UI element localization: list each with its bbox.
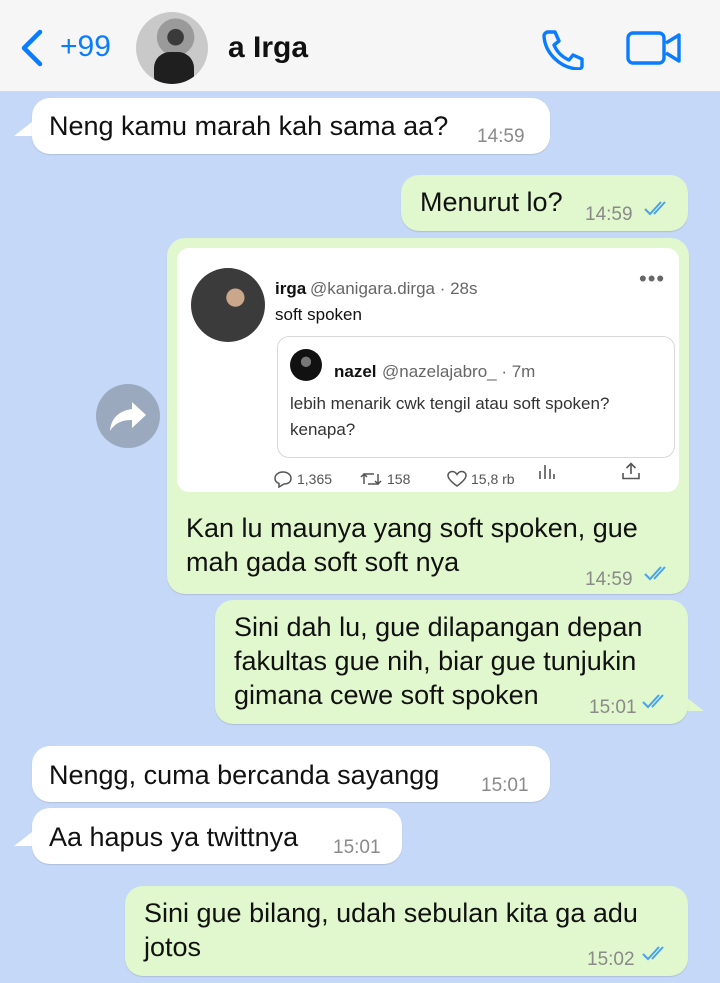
share-icon — [622, 462, 640, 480]
message-time: 15:01 — [589, 697, 637, 718]
reply-count: 1,365 — [297, 471, 333, 487]
message-text-line: jotos — [144, 932, 202, 962]
more-options-icon[interactable]: ••• — [639, 262, 665, 296]
message-bubble-incoming[interactable]: Neng kamu marah kah sama aa? 14:59 — [32, 98, 550, 154]
message-text: Nengg, cuma bercanda sayangg — [49, 760, 440, 790]
message-bubble-outgoing[interactable]: Sini gue bilang, udah sebulan kita ga ad… — [125, 886, 688, 976]
bubble-tail — [14, 122, 32, 136]
forward-button[interactable] — [96, 384, 160, 448]
tweet-author-avatar — [191, 268, 265, 342]
phone-icon[interactable] — [540, 28, 586, 70]
message-time: 14:59 — [585, 569, 633, 590]
message-bubble-incoming[interactable]: Aa hapus ya twittnya 15:01 — [32, 808, 402, 864]
bubble-tail — [686, 697, 704, 711]
chat-header: +99 a Irga — [0, 0, 720, 92]
message-text-line: Sini gue bilang, udah sebulan kita ga ad… — [144, 898, 638, 928]
tweet-actions: 1,365 158 15,8 rb — [273, 458, 653, 488]
quoted-author-avatar — [290, 349, 322, 381]
video-call-icon[interactable] — [626, 30, 682, 66]
share-action[interactable] — [621, 462, 641, 480]
bubble-tail — [14, 832, 32, 846]
message-text: Aa hapus ya twittnya — [49, 822, 299, 852]
contact-name[interactable]: a Irga — [228, 31, 308, 65]
repost-action[interactable]: 158 — [359, 462, 410, 496]
message-time: 15:02 — [587, 949, 635, 970]
message-bubble-outgoing[interactable]: Menurut lo? 14:59 — [401, 175, 688, 231]
quoted-tweet[interactable]: nazel @nazelajabro_ · 7m lebih menarik c… — [277, 336, 675, 458]
repost-icon — [360, 472, 382, 486]
reply-action[interactable]: 1,365 — [273, 462, 332, 496]
message-time: 14:59 — [477, 126, 525, 147]
message-time: 15:01 — [333, 837, 381, 858]
unread-count[interactable]: +99 — [60, 30, 111, 64]
back-chevron-icon[interactable] — [18, 28, 46, 68]
views-chart-icon — [539, 465, 555, 479]
forward-arrow-icon — [110, 402, 146, 431]
message-text-line: fakultas gue nih, biar gue tunjukin — [234, 646, 637, 676]
quoted-handle: @nazelajabro_ · 7m — [382, 362, 536, 381]
message-bubble-outgoing-with-tweet[interactable]: irga @kanigara.dirga · 28s ••• soft spok… — [167, 238, 689, 594]
heart-icon — [447, 470, 467, 487]
quoted-text: lebih menarik cwk tengil atau soft spoke… — [290, 394, 610, 439]
message-text: Neng kamu marah kah sama aa? — [49, 111, 449, 141]
message-text: Menurut lo? — [420, 187, 563, 217]
read-ticks-icon — [644, 201, 666, 216]
read-ticks-icon — [644, 566, 666, 581]
message-text-line: mah gada soft soft nya — [186, 547, 460, 577]
message-text-line: Kan lu maunya yang soft spoken, gue — [186, 513, 638, 543]
read-ticks-icon — [642, 946, 664, 961]
message-time: 15:01 — [481, 775, 529, 796]
read-ticks-icon — [642, 694, 664, 709]
message-text-line: gimana cewe soft spoken — [234, 680, 539, 710]
message-text-line: Sini dah lu, gue dilapangan depan — [234, 612, 643, 642]
like-count: 15,8 rb — [471, 471, 515, 487]
message-bubble-outgoing[interactable]: Sini dah lu, gue dilapangan depan fakult… — [215, 600, 688, 724]
message-bubble-incoming[interactable]: Nengg, cuma bercanda sayangg 15:01 — [32, 746, 550, 802]
contact-avatar[interactable] — [136, 12, 208, 84]
message-time: 14:59 — [585, 204, 633, 225]
embedded-tweet[interactable]: irga @kanigara.dirga · 28s ••• soft spok… — [177, 248, 679, 492]
repost-count: 158 — [387, 471, 411, 487]
like-action[interactable]: 15,8 rb — [447, 462, 515, 496]
reply-icon — [274, 471, 292, 488]
tweet-text: soft spoken — [275, 305, 362, 324]
views-action[interactable] — [537, 462, 555, 480]
quoted-author: nazel — [334, 362, 377, 381]
